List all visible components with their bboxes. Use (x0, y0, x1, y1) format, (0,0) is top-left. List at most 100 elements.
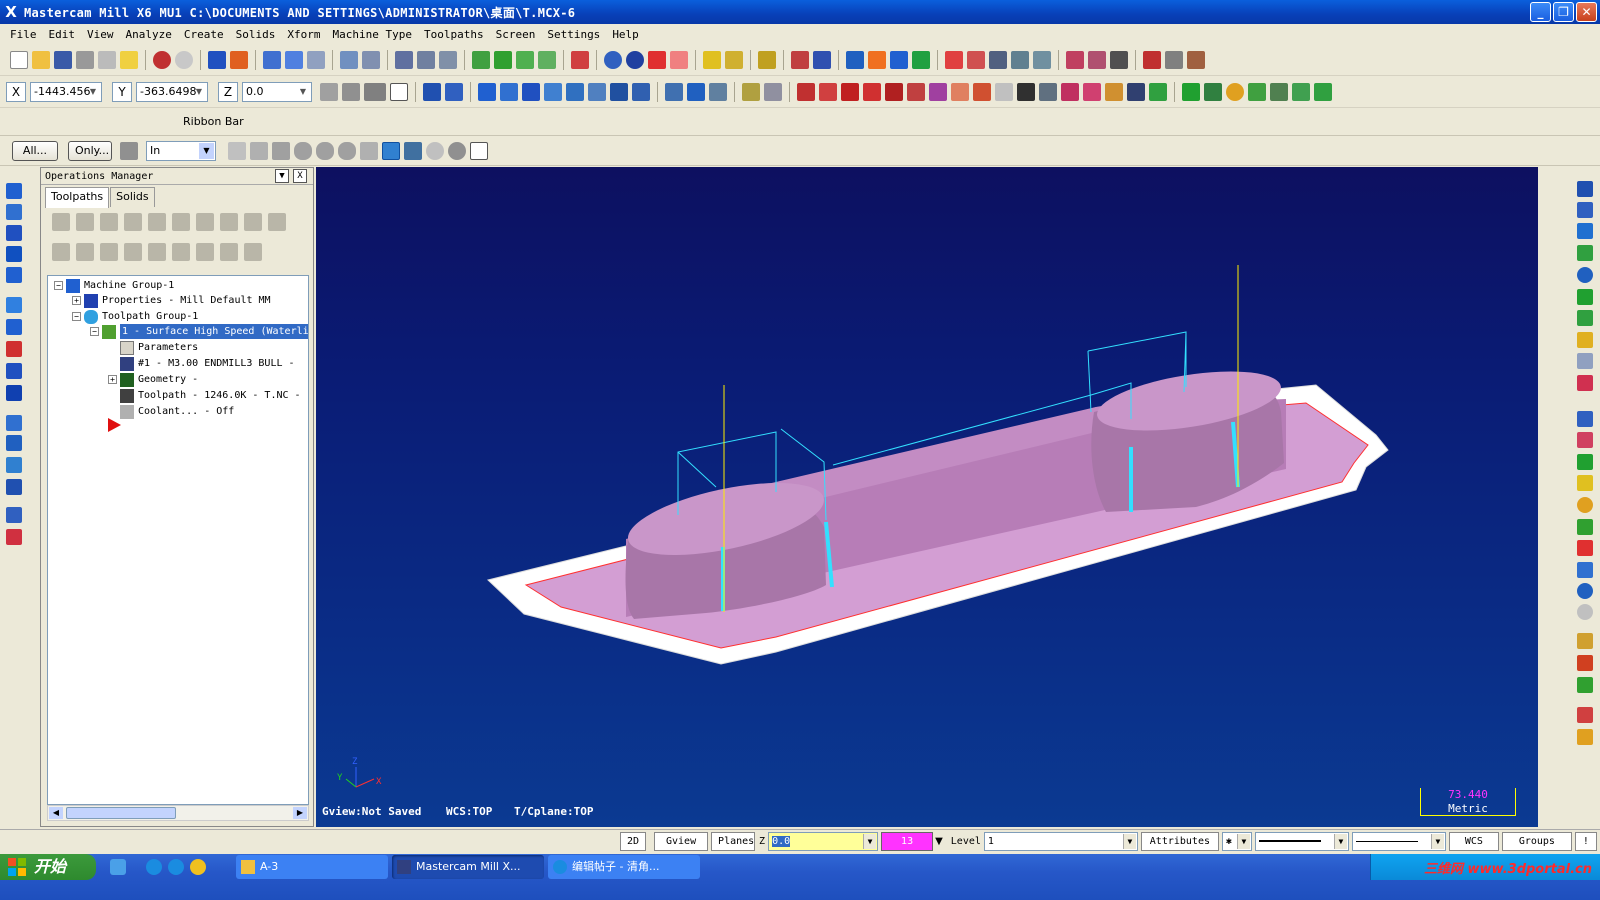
zoom-target-icon[interactable] (307, 50, 325, 69)
rt-wave-icon[interactable] (1577, 432, 1593, 448)
point-icon[interactable] (423, 82, 441, 101)
zoom-out-icon[interactable] (362, 50, 380, 69)
hex-select-3-icon[interactable] (338, 142, 356, 160)
rt-world-icon[interactable] (1577, 583, 1593, 599)
edit-tool-icon[interactable] (758, 50, 776, 69)
rt-arrow-icon[interactable] (1577, 289, 1593, 305)
task-forum-post[interactable]: 编辑帖子 - 清角... (548, 855, 700, 879)
task-mastercam[interactable]: Mastercam Mill X... (392, 855, 544, 879)
menu-solids[interactable]: Solids (230, 28, 282, 41)
ie2-icon[interactable] (168, 859, 184, 875)
y-coord-label[interactable]: Y (112, 81, 132, 102)
solid-select-icon[interactable] (360, 142, 378, 160)
minimize-button[interactable]: _ (1530, 2, 1551, 22)
expand-icon[interactable]: + (72, 296, 81, 305)
tree-toolpath[interactable]: Toolpath - 1246.0K - T.NC - (120, 388, 301, 403)
xform-offset-icon[interactable] (566, 82, 584, 101)
tree-operation[interactable]: − 1 - Surface High Speed (Waterli (90, 324, 308, 339)
curve-icon[interactable] (1011, 50, 1029, 69)
rt-frame-icon[interactable] (1577, 540, 1593, 556)
toggle-display-icon[interactable] (76, 243, 94, 261)
rt-block-icon[interactable] (1577, 310, 1593, 326)
rt-chain-icon[interactable] (1577, 375, 1593, 391)
analyze-position-icon[interactable] (819, 82, 837, 101)
collapse-icon[interactable]: − (90, 327, 99, 336)
sketch-panel-icon[interactable] (6, 507, 22, 523)
chevron-down-icon[interactable]: ▼ (275, 169, 289, 183)
grid-window-icon[interactable] (1110, 50, 1128, 69)
create-solid-icon[interactable] (1314, 82, 1332, 101)
sigma-icon[interactable] (890, 50, 908, 69)
status-z-input[interactable]: 0.0 ▼ (768, 832, 879, 851)
rt-note-icon[interactable] (1577, 729, 1593, 745)
xform-mirror-icon[interactable] (522, 82, 540, 101)
rt-disk-icon[interactable] (1577, 202, 1593, 218)
analyze-contour-icon[interactable] (951, 82, 969, 101)
xform-translate-icon[interactable] (478, 82, 496, 101)
close-button[interactable]: ✕ (1576, 2, 1597, 22)
grid-icon[interactable] (945, 50, 963, 69)
sparkle-pencil-icon[interactable] (725, 50, 743, 69)
pointer-icon[interactable] (250, 142, 268, 160)
move-up-icon[interactable] (148, 243, 166, 261)
menu-create[interactable]: Create (178, 28, 230, 41)
expand-icon[interactable]: + (108, 375, 117, 384)
select-only-button[interactable]: Only... (68, 141, 112, 161)
arc-icon[interactable] (989, 50, 1007, 69)
tab-solids[interactable]: Solids (110, 187, 155, 207)
sketch-down-icon[interactable] (6, 457, 22, 473)
scroll-right-icon[interactable]: ▶ (293, 807, 307, 819)
sketch-arrow-icon[interactable] (6, 246, 22, 262)
z-coord-input[interactable]: 0.0 ▼ (242, 81, 312, 102)
post-toggle-icon[interactable] (100, 243, 118, 261)
select-all-button[interactable]: All... (12, 141, 58, 161)
menu-analyze[interactable]: Analyze (120, 28, 178, 41)
hand-icon[interactable] (1105, 82, 1123, 101)
sketch-cube-icon[interactable] (6, 529, 22, 545)
sketch-blade-icon[interactable] (6, 363, 22, 379)
window-select-icon[interactable] (272, 142, 290, 160)
xform-grid-icon[interactable] (687, 82, 705, 101)
menu-view[interactable]: View (81, 28, 120, 41)
rt-plus-icon[interactable] (1577, 454, 1593, 470)
verify-select-icon[interactable] (382, 142, 400, 160)
analyze-dynamic-icon[interactable] (907, 82, 925, 101)
menu-edit[interactable]: Edit (43, 28, 82, 41)
insert-arrow-icon[interactable] (172, 243, 190, 261)
planes-button[interactable]: Planes (711, 832, 756, 851)
display-options-icon[interactable] (244, 243, 262, 261)
menu-help[interactable]: Help (606, 28, 645, 41)
analyze-entity-icon[interactable] (797, 82, 815, 101)
y-coord-input[interactable]: -363.6498 ▼ (136, 81, 208, 102)
z-coord-label[interactable]: Z (218, 81, 238, 102)
rt-level-icon[interactable] (1577, 633, 1593, 649)
scroll-thumb[interactable] (66, 807, 176, 819)
select-dirty-ops-icon[interactable] (76, 213, 94, 231)
sketch-point-icon[interactable] (6, 183, 22, 199)
globe-icon[interactable] (604, 50, 622, 69)
xform-roll-icon[interactable] (632, 82, 650, 101)
rt-move-icon[interactable] (1577, 223, 1593, 239)
hint-icon[interactable] (120, 50, 138, 69)
xform-rotate-icon[interactable] (500, 82, 518, 101)
alert-button[interactable]: ! (1574, 832, 1597, 851)
rt-pencil-icon[interactable] (1577, 332, 1593, 348)
view-front-icon[interactable] (494, 50, 512, 69)
menu-file[interactable]: File (4, 28, 43, 41)
tree-horizontal-scrollbar[interactable]: ◀ ▶ (47, 805, 309, 821)
wireframe-icon[interactable] (417, 50, 435, 69)
pencil-icon[interactable] (703, 50, 721, 69)
save-icon[interactable] (54, 50, 72, 69)
analyze-chain-icon[interactable] (929, 82, 947, 101)
verify-icon[interactable] (1088, 50, 1106, 69)
collapse-icon[interactable]: − (72, 312, 81, 321)
create-fillet-icon[interactable] (1248, 82, 1266, 101)
scroll-icon[interactable] (196, 243, 214, 261)
media-icon[interactable] (190, 859, 206, 875)
backplot-icon[interactable] (1066, 50, 1084, 69)
create-rect-icon[interactable] (1270, 82, 1288, 101)
menu-screen[interactable]: Screen (490, 28, 542, 41)
point-style-select[interactable]: ✱ ▼ (1221, 832, 1252, 851)
hex-select-2-icon[interactable] (316, 142, 334, 160)
sphere-icon[interactable] (626, 50, 644, 69)
